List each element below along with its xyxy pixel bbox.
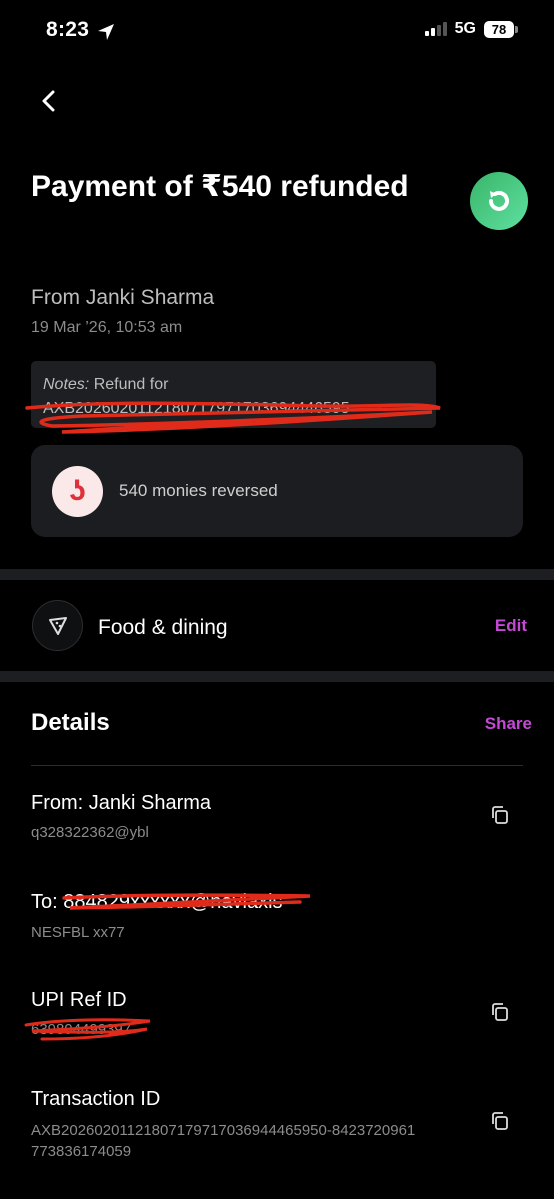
location-arrow-icon — [98, 24, 114, 40]
upi-ref-label: UPI Ref ID — [31, 989, 127, 1011]
transaction-id-label: Transaction ID — [31, 1088, 161, 1110]
network-type: 5G — [454, 20, 476, 37]
from-label: From: Janki Sharma — [31, 792, 212, 814]
back-chevron-icon[interactable] — [34, 86, 64, 116]
copy-upi-icon[interactable] — [489, 1001, 511, 1023]
transaction-id-value: AXB2026020112180717971703694446595​0-842… — [31, 1120, 415, 1162]
transaction-id-line2: 773836174059 — [31, 1143, 132, 1160]
page-title: Payment of ₹540 refunded — [31, 170, 409, 203]
notes-box: Notes: Refund for AXB2026020112180717971… — [31, 361, 436, 428]
notes-text: Refund for — [93, 376, 169, 393]
to-label: To: 884829xxxxxx@naviaxis — [31, 891, 283, 913]
battery-icon: 78 — [484, 20, 518, 38]
status-time: 8:23 — [46, 18, 90, 41]
section-divider — [0, 569, 554, 580]
notes-label: Notes: — [43, 376, 90, 393]
monies-logo-icon: ʖ — [52, 465, 103, 517]
notes-ref: AXB2026020112180717971703694446595 — [43, 400, 350, 417]
copy-transaction-icon[interactable] — [489, 1110, 511, 1132]
category-label: Food & dining — [98, 616, 228, 639]
transaction-id-line1: AXB2026020112180717971703694446595​0-842… — [31, 1122, 416, 1139]
details-heading: Details — [31, 709, 110, 736]
from-text: From Janki Sharma — [31, 286, 215, 309]
upi-ref-value: 639894499397 — [31, 1021, 132, 1038]
signal-icon — [424, 22, 447, 36]
transaction-date: 19 Mar ’26, 10:53 am — [31, 319, 183, 336]
status-indicators: 5G 78 — [424, 20, 518, 38]
edit-category-button[interactable]: Edit — [495, 616, 527, 636]
battery-level: 78 — [484, 20, 514, 38]
from-upi-id: q328322362@ybl — [31, 824, 149, 841]
refund-icon — [470, 172, 528, 230]
section-divider-2 — [0, 671, 554, 682]
monies-reversed-card[interactable]: ʖ 540 monies reversed — [31, 445, 523, 537]
details-divider — [31, 765, 523, 766]
monies-text: 540 monies reversed — [119, 481, 278, 500]
copy-from-icon[interactable] — [489, 804, 511, 826]
share-button[interactable]: Share — [485, 714, 532, 734]
food-dining-icon — [32, 600, 83, 651]
to-bank: NESFBL xx77 — [31, 924, 125, 941]
